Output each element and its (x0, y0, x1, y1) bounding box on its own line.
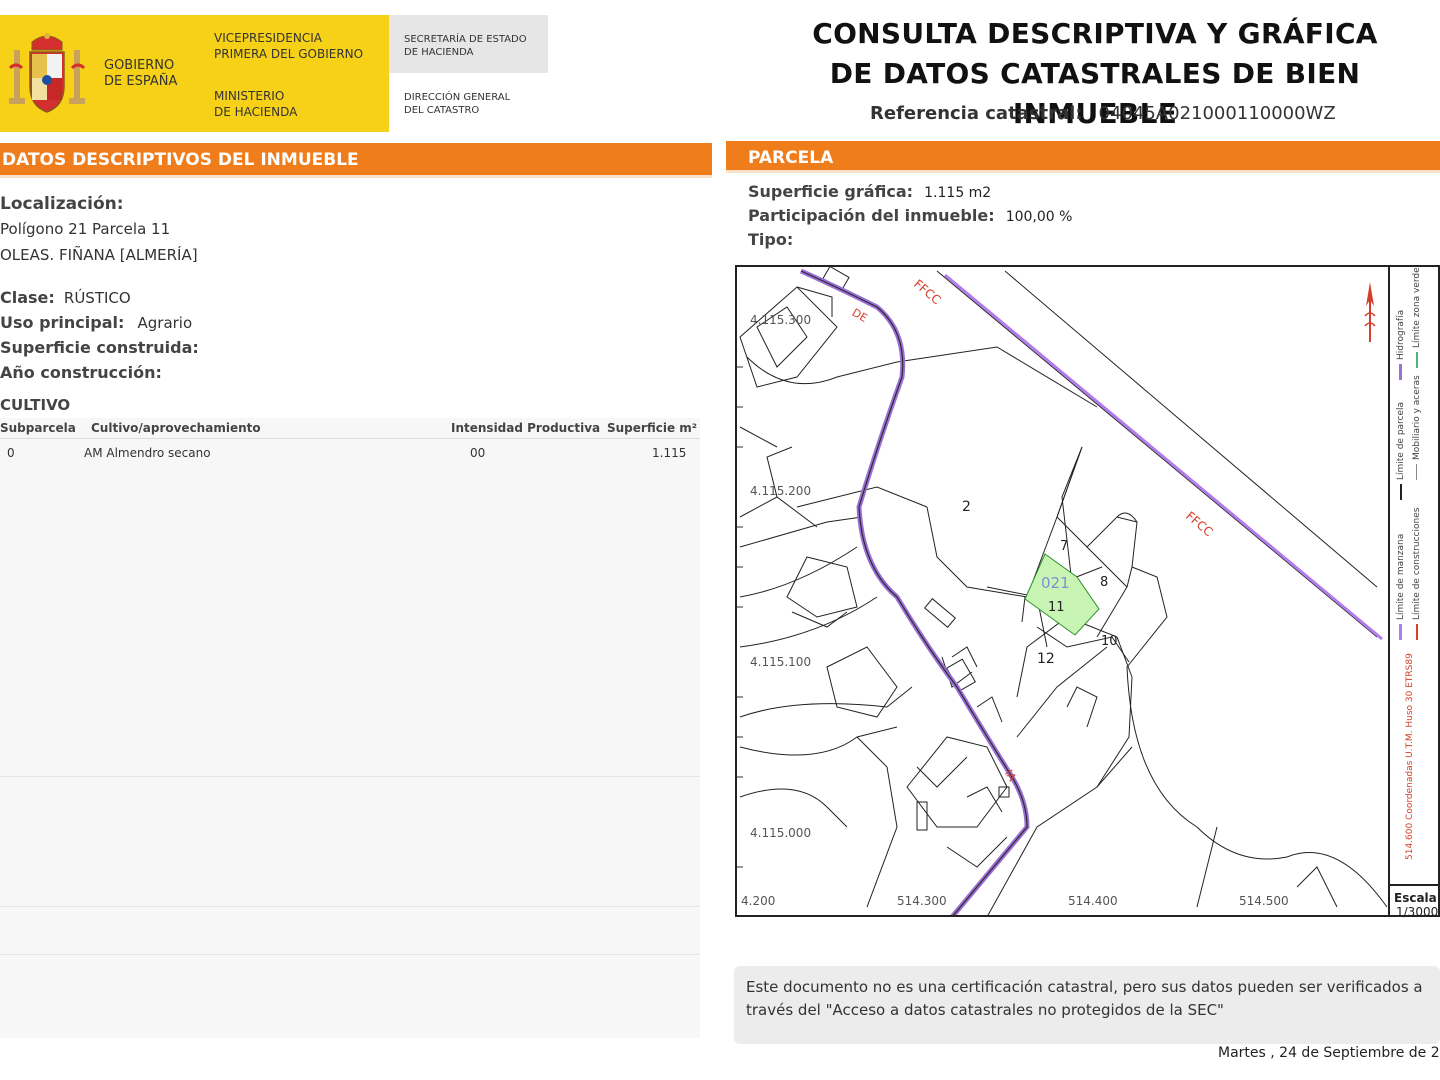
cell-cultivo: AM Almendro secano (84, 446, 211, 460)
map-y-label: 4.115.100 (750, 655, 812, 669)
legend-item: Límite de manzana (1396, 534, 1406, 640)
map-x-label: 514.300 (897, 894, 947, 908)
table-header-divider (0, 438, 700, 439)
clase-row: Clase: RÚSTICO (0, 288, 131, 307)
map-x-label: 514.400 (1068, 894, 1118, 908)
ministerio-label: MINISTERIO DE HACIENDA (214, 89, 298, 119)
table-rule (0, 776, 700, 777)
legend-item: Límite zona verde (1412, 267, 1422, 368)
gobierno-label: GOBIERNO DE ESPAÑA (104, 58, 178, 89)
uso-row: Uso principal: Agrario (0, 313, 192, 332)
cultivo-title: CULTIVO (0, 396, 71, 414)
map-y-label: 4.115.300 (750, 313, 812, 327)
cultivo-table (0, 418, 700, 1038)
legend-item: Hidrografía (1396, 310, 1406, 380)
legend-separator (1388, 267, 1390, 917)
uso-label: Uso principal: (0, 313, 125, 332)
parcel-number: 8 (1100, 575, 1109, 590)
parcel-number: 12 (1037, 651, 1055, 667)
map-y-label: 4.115.000 (750, 826, 812, 840)
parcel-number: 10 (1101, 634, 1118, 649)
legend-swatch (1416, 464, 1417, 480)
ref-label: Referencia catastral: (870, 103, 1083, 124)
uso-value: Agrario (137, 314, 193, 332)
referencia-catastral: Referencia catastral: 04045A021000110000W… (870, 103, 1336, 124)
section-header-parcela: PARCELA (726, 141, 1440, 173)
coat-of-arms-icon (8, 33, 86, 113)
col-superficie: Superficie m² (607, 421, 698, 435)
table-rule (0, 906, 700, 907)
localizacion-line1: Polígono 21 Parcela 11 (0, 220, 171, 238)
map-x-label: 514.500 (1239, 894, 1289, 908)
parcel-number: 2 (962, 499, 971, 515)
legend-swatch (1399, 484, 1402, 500)
scale-value: 1/3000 (1396, 905, 1439, 919)
superficie-grafica-row: Superficie gráfica: 1.115 m2 (748, 182, 991, 201)
col-subparcela: Subparcela (0, 421, 76, 435)
legend-item: Límite de construcciones (1412, 508, 1422, 640)
participacion-label: Participación del inmueble: (748, 206, 995, 225)
cell-subparcela: 0 (7, 446, 15, 460)
localizacion-line2: OLEAS. FIÑANA [ALMERÍA] (0, 246, 198, 264)
clase-label: Clase: (0, 288, 55, 307)
anio-construccion-label: Año construcción: (0, 363, 162, 382)
superficie-grafica-value: 1.115 m2 (924, 185, 992, 201)
superficie-grafica-label: Superficie gráfica: (748, 182, 914, 201)
section-header-descriptivos: DATOS DESCRIPTIVOS DEL INMUEBLE (0, 143, 712, 178)
cell-superficie: 1.115 (652, 446, 687, 460)
table-rule (0, 954, 700, 955)
ref-value: 04045A021000110000WZ (1098, 103, 1336, 124)
disclaimer-note: Este documento no es una certificación c… (734, 966, 1440, 1044)
document-date: Martes , 24 de Septiembre de 20 (1218, 1045, 1440, 1061)
participacion-value: 100,00 % (1005, 209, 1073, 225)
scale-divider (1390, 884, 1440, 886)
north-arrow-icon (1364, 282, 1376, 342)
col-intensidad: Intensidad Productiva (451, 421, 601, 435)
direccion-label: DIRECCIÓN GENERAL DEL CATASTRO (404, 92, 511, 116)
legend-swatch (1415, 352, 1418, 368)
legend-swatch (1415, 624, 1418, 640)
parcel-number: 021 (1041, 574, 1070, 592)
tipo-label: Tipo: (748, 230, 794, 249)
col-cultivo: Cultivo/aprovechamiento (91, 421, 261, 435)
scale-label: Escala: (1394, 891, 1440, 905)
secretaria-label: SECRETARÍA DE ESTADO DE HACIENDA (404, 34, 527, 58)
coordinates-note: 514.600 Coordenadas U.T.M. Huso 30 ETRS8… (1405, 653, 1415, 860)
map-y-label: 4.115.200 (750, 484, 812, 498)
parcel-number: 7 (1060, 539, 1069, 554)
legend-item: Límite de parcela (1396, 402, 1406, 500)
clase-value: RÚSTICO (63, 289, 131, 307)
cell-intensidad: 00 (470, 446, 486, 460)
legend-swatch (1399, 624, 1402, 640)
parcel-number: 11 (1048, 600, 1065, 615)
superficie-construida-label: Superficie construida: (0, 338, 199, 357)
legend-item: Mobiliario y aceras (1412, 375, 1422, 480)
map-x-label: 4.200 (741, 894, 776, 908)
vicepresidencia-label: VICEPRESIDENCIA PRIMERA DEL GOBIERNO (214, 31, 364, 61)
localizacion-label: Localización: (0, 194, 124, 214)
participacion-row: Participación del inmueble: 100,00 % (748, 206, 1072, 225)
legend-swatch (1399, 364, 1402, 380)
